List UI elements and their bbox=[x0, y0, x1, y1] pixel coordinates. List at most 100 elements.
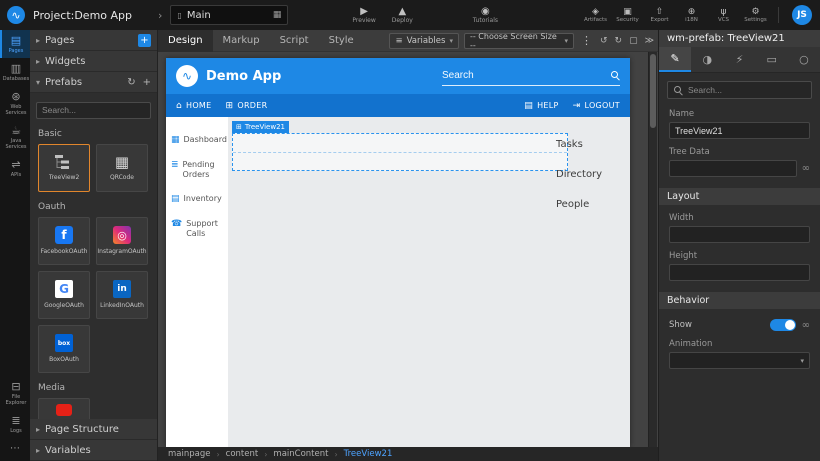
settings-button[interactable]: ⚙ Settings bbox=[742, 7, 769, 23]
prefab-tile-linkedinoauth[interactable]: in LinkedInOAuth bbox=[96, 271, 148, 319]
scrollbar-thumb[interactable] bbox=[650, 54, 656, 128]
widget-inner-divider bbox=[233, 152, 567, 153]
app-search-input[interactable] bbox=[442, 70, 607, 81]
breadcrumb-treeview21[interactable]: TreeView21 bbox=[344, 449, 393, 459]
prefab-tile-boxoauth[interactable]: box BoxOAuth bbox=[38, 325, 90, 373]
prefab-tile-facebookoauth[interactable]: f FacebookOAuth bbox=[38, 217, 90, 265]
selected-widget-label: TreeView21 bbox=[245, 123, 285, 131]
tab-device[interactable]: ▭ bbox=[756, 47, 788, 72]
vcs-icon: ψ bbox=[721, 7, 727, 17]
export-icon: ⇧ bbox=[656, 7, 664, 17]
rail-item-java-services[interactable]: ☕ Java Services bbox=[0, 120, 30, 154]
pages-section-header[interactable]: ▸ Pages + bbox=[30, 30, 157, 51]
tutorials-button[interactable]: ◉ Tutorials bbox=[473, 6, 498, 24]
artifacts-button[interactable]: ◈ Artifacts bbox=[582, 7, 609, 23]
add-page-button[interactable]: + bbox=[138, 34, 151, 47]
tab-script[interactable]: Script bbox=[270, 30, 319, 52]
rail-item-apis[interactable]: ⇌ APIs bbox=[0, 154, 30, 182]
show-toggle[interactable] bbox=[770, 319, 796, 331]
tab-styles[interactable]: ◑ bbox=[691, 47, 723, 72]
canvas-scrollbar[interactable] bbox=[648, 52, 657, 447]
prefab-tile-instagramoauth[interactable]: ◎ InstagramOAuth bbox=[96, 217, 148, 265]
variables-section-header[interactable]: ▸ Variables bbox=[30, 440, 157, 461]
name-label: Name bbox=[669, 109, 810, 119]
wavemaker-studio: ∿ Project:Demo App › ▯ Main ▦ ▶ Preview … bbox=[0, 0, 820, 461]
selected-widget-tag[interactable]: ⊞ TreeView21 bbox=[232, 121, 289, 133]
variables-dropdown-label: Variables bbox=[407, 36, 446, 46]
tab-markup[interactable]: Markup bbox=[213, 30, 270, 52]
deploy-button[interactable]: ▲ Deploy bbox=[392, 6, 413, 24]
more-options-icon[interactable]: ⋯ bbox=[0, 438, 30, 461]
export-button[interactable]: ⇧ Export bbox=[646, 7, 673, 23]
list-item-people[interactable]: People bbox=[556, 199, 618, 210]
save-icon[interactable]: ▢ bbox=[628, 36, 639, 46]
list-item-tasks[interactable]: Tasks bbox=[556, 139, 618, 150]
web-services-icon: ⊛ bbox=[11, 91, 20, 103]
prefab-search-input[interactable] bbox=[36, 102, 151, 119]
deploy-label: Deploy bbox=[392, 17, 413, 24]
tile-label: TreeView2 bbox=[49, 174, 80, 181]
settings-icon: ⚙ bbox=[751, 7, 759, 17]
tutorials-label: Tutorials bbox=[473, 17, 498, 24]
prefab-tile-treeview2[interactable]: TreeView2 bbox=[38, 144, 90, 192]
sidebar-item-inventory[interactable]: ▤ Inventory bbox=[166, 194, 228, 204]
prefab-tile-qrcode[interactable]: ▦ QRCode bbox=[96, 144, 148, 192]
page-selector-dropdown[interactable]: ▯ Main ▦ bbox=[170, 5, 288, 25]
tutorials-icon: ◉ bbox=[481, 6, 490, 17]
rail-item-pages[interactable]: ▤ Pages bbox=[0, 30, 30, 58]
breadcrumb-mainpage[interactable]: mainpage bbox=[168, 449, 210, 459]
security-button[interactable]: ▣ Security bbox=[614, 7, 641, 23]
tab-style[interactable]: Style bbox=[319, 30, 364, 52]
nav-item-logout[interactable]: ⇥ LOGOUT bbox=[573, 101, 620, 111]
page-structure-label: Page Structure bbox=[45, 424, 119, 435]
search-icon[interactable] bbox=[611, 71, 620, 80]
tab-design[interactable]: Design bbox=[158, 30, 213, 52]
animation-select[interactable]: ▾ bbox=[669, 352, 810, 369]
tree-data-input[interactable] bbox=[669, 160, 797, 177]
preview-button[interactable]: ▶ Preview bbox=[352, 6, 375, 24]
add-prefab-icon[interactable]: + bbox=[143, 77, 151, 88]
vcs-button[interactable]: ψ VCS bbox=[710, 7, 737, 23]
bind-link-icon[interactable]: ∞ bbox=[802, 163, 810, 174]
breadcrumb-content[interactable]: content bbox=[226, 449, 259, 459]
treeview-widget-selection[interactable] bbox=[232, 133, 568, 171]
redo-icon[interactable]: ↻ bbox=[614, 36, 624, 46]
widgets-section-header[interactable]: ▸ Widgets bbox=[30, 51, 157, 72]
page-structure-section-header[interactable]: ▸ Page Structure bbox=[30, 419, 157, 440]
undo-icon[interactable]: ↺ bbox=[599, 36, 609, 46]
nav-item-home[interactable]: ⌂ HOME bbox=[176, 101, 212, 111]
height-input[interactable] bbox=[669, 264, 810, 281]
rail-item-file-explorer[interactable]: ⊟ File Explorer bbox=[0, 376, 30, 410]
expand-panel-icon[interactable]: ≫ bbox=[644, 36, 655, 46]
tile-label: FacebookOAuth bbox=[41, 248, 88, 255]
variables-dropdown[interactable]: ≡ Variables ▾ bbox=[389, 33, 458, 49]
rail-item-web-services[interactable]: ⊛ Web Services bbox=[0, 86, 30, 120]
tab-events[interactable]: ⚡ bbox=[723, 47, 755, 72]
bind-link-icon[interactable]: ∞ bbox=[802, 320, 810, 331]
rail-item-logs[interactable]: ≣ Logs bbox=[0, 410, 30, 438]
refresh-prefabs-icon[interactable]: ↻ bbox=[127, 77, 135, 88]
pending-orders-icon: ≣ bbox=[171, 160, 179, 170]
name-input[interactable] bbox=[669, 122, 810, 139]
width-input[interactable] bbox=[669, 226, 810, 243]
i18n-button[interactable]: ⊕ i18N bbox=[678, 7, 705, 23]
list-item-directory[interactable]: Directory bbox=[556, 169, 618, 180]
tab-security[interactable]: ○ bbox=[788, 47, 820, 72]
sidebar-item-support-calls[interactable]: ☎ Support Calls bbox=[166, 219, 228, 238]
sidebar-item-pending-orders[interactable]: ≣ Pending Orders bbox=[166, 160, 228, 179]
prefab-tile-googleoauth[interactable]: G GoogleOAuth bbox=[38, 271, 90, 319]
kebab-menu-icon[interactable]: ⋮ bbox=[579, 34, 594, 47]
breadcrumb-maincontent[interactable]: mainContent bbox=[273, 449, 328, 459]
nav-item-help[interactable]: ▤ HELP bbox=[524, 101, 558, 111]
widget-icon: ⊞ bbox=[236, 123, 242, 131]
prefabs-section-header[interactable]: ▾ Prefabs ↻ + bbox=[30, 72, 157, 93]
databases-icon: ▥ bbox=[11, 63, 21, 75]
rail-item-databases[interactable]: ▥ Databases bbox=[0, 58, 30, 86]
tab-properties[interactable]: ✎ bbox=[659, 47, 691, 72]
user-avatar[interactable]: JS bbox=[792, 5, 812, 25]
property-search-input[interactable] bbox=[688, 85, 805, 95]
prefab-tile-media[interactable] bbox=[38, 398, 90, 420]
sidebar-item-dashboard[interactable]: ▦ Dashboard bbox=[166, 135, 228, 145]
screen-size-select[interactable]: -- Choose Screen Size -- ▾ bbox=[464, 33, 574, 49]
nav-item-order[interactable]: ⊞ ORDER bbox=[226, 101, 268, 111]
